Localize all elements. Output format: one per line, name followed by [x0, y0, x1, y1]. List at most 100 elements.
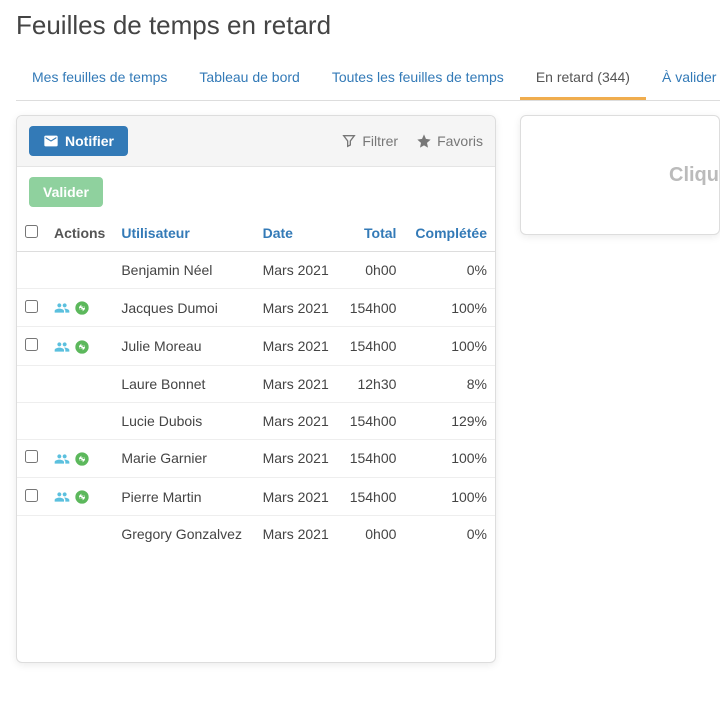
notify-button-label: Notifier	[65, 133, 114, 149]
tabs-nav: Mes feuilles de tempsTableau de bordTout…	[16, 59, 720, 101]
row-checkbox[interactable]	[25, 489, 38, 502]
row-checkbox[interactable]	[25, 338, 38, 351]
tab-2[interactable]: Toutes les feuilles de temps	[316, 59, 520, 100]
row-actions-cell	[46, 252, 113, 289]
row-checkbox-cell	[17, 439, 46, 477]
row-completed: 8%	[404, 365, 495, 402]
row-date: Mars 2021	[255, 439, 340, 477]
panel-spacer	[17, 552, 495, 662]
row-checkbox[interactable]	[25, 300, 38, 313]
table-row: Gregory GonzalvezMars 20210h000%	[17, 516, 495, 553]
row-user: Gregory Gonzalvez	[113, 516, 254, 553]
mail-icon	[43, 133, 59, 149]
row-checkbox-cell	[17, 289, 46, 327]
swap-icon[interactable]	[74, 339, 90, 355]
row-total: 0h00	[340, 516, 405, 553]
row-actions-cell	[46, 516, 113, 553]
user-header[interactable]: Utilisateur	[113, 215, 254, 252]
row-completed: 100%	[404, 289, 495, 327]
row-completed: 129%	[404, 402, 495, 439]
row-checkbox[interactable]	[25, 450, 38, 463]
tab-3[interactable]: En retard (344)	[520, 59, 646, 100]
row-total: 12h30	[340, 365, 405, 402]
validate-button-label: Valider	[43, 184, 89, 200]
row-actions-cell	[46, 327, 113, 365]
row-total: 154h00	[340, 327, 405, 365]
row-user: Lucie Dubois	[113, 402, 254, 439]
row-date: Mars 2021	[255, 402, 340, 439]
swap-icon[interactable]	[74, 451, 90, 467]
side-panel-placeholder: Cliqu	[669, 164, 719, 187]
row-actions-cell	[46, 439, 113, 477]
row-actions-cell	[46, 402, 113, 439]
page-title: Feuilles de temps en retard	[16, 10, 720, 41]
favorites-button[interactable]: Favoris	[416, 133, 483, 149]
table-row: Lucie DuboisMars 2021154h00129%	[17, 402, 495, 439]
toolbar: Notifier Filtrer Favoris	[17, 116, 495, 167]
row-completed: 0%	[404, 516, 495, 553]
select-all-checkbox[interactable]	[25, 225, 38, 238]
row-completed: 0%	[404, 252, 495, 289]
filter-button[interactable]: Filtrer	[341, 133, 398, 149]
row-completed: 100%	[404, 477, 495, 515]
row-user: Pierre Martin	[113, 477, 254, 515]
favorites-label: Favoris	[437, 133, 483, 149]
star-icon	[416, 133, 432, 149]
row-user: Laure Bonnet	[113, 365, 254, 402]
users-icon[interactable]	[54, 300, 70, 316]
filter-label: Filtrer	[362, 133, 398, 149]
table-row: Benjamin NéelMars 20210h000%	[17, 252, 495, 289]
table-row: Julie MoreauMars 2021154h00100%	[17, 327, 495, 365]
row-checkbox-cell	[17, 516, 46, 553]
row-date: Mars 2021	[255, 516, 340, 553]
row-user: Jacques Dumoi	[113, 289, 254, 327]
users-icon[interactable]	[54, 451, 70, 467]
sub-toolbar: Valider	[17, 167, 495, 215]
completed-header[interactable]: Complétée	[404, 215, 495, 252]
table-row: Laure BonnetMars 202112h308%	[17, 365, 495, 402]
row-user: Julie Moreau	[113, 327, 254, 365]
swap-icon[interactable]	[74, 489, 90, 505]
swap-icon[interactable]	[74, 300, 90, 316]
select-all-header[interactable]	[17, 215, 46, 252]
row-date: Mars 2021	[255, 289, 340, 327]
row-checkbox-cell	[17, 365, 46, 402]
timesheet-panel: Notifier Filtrer Favoris Val	[16, 115, 496, 663]
row-checkbox-cell	[17, 477, 46, 515]
tab-1[interactable]: Tableau de bord	[183, 59, 315, 100]
funnel-icon	[341, 133, 357, 149]
users-icon[interactable]	[54, 489, 70, 505]
row-checkbox-cell	[17, 252, 46, 289]
row-user: Marie Garnier	[113, 439, 254, 477]
row-date: Mars 2021	[255, 365, 340, 402]
table-row: Jacques DumoiMars 2021154h00100%	[17, 289, 495, 327]
row-date: Mars 2021	[255, 252, 340, 289]
side-panel: Cliqu	[520, 115, 720, 235]
total-header[interactable]: Total	[340, 215, 405, 252]
table-row: Marie GarnierMars 2021154h00100%	[17, 439, 495, 477]
date-header[interactable]: Date	[255, 215, 340, 252]
row-total: 0h00	[340, 252, 405, 289]
notify-button[interactable]: Notifier	[29, 126, 128, 156]
row-total: 154h00	[340, 289, 405, 327]
row-checkbox-cell	[17, 327, 46, 365]
validate-button[interactable]: Valider	[29, 177, 103, 207]
users-icon[interactable]	[54, 339, 70, 355]
row-date: Mars 2021	[255, 327, 340, 365]
row-actions-cell	[46, 289, 113, 327]
tab-4[interactable]: À valider (0)	[646, 59, 720, 100]
tab-0[interactable]: Mes feuilles de temps	[16, 59, 183, 100]
timesheet-table: Actions Utilisateur Date Total Complétée…	[17, 215, 495, 552]
actions-header: Actions	[46, 215, 113, 252]
row-total: 154h00	[340, 402, 405, 439]
row-date: Mars 2021	[255, 477, 340, 515]
row-user: Benjamin Néel	[113, 252, 254, 289]
table-row: Pierre MartinMars 2021154h00100%	[17, 477, 495, 515]
row-total: 154h00	[340, 439, 405, 477]
row-actions-cell	[46, 365, 113, 402]
row-checkbox-cell	[17, 402, 46, 439]
row-total: 154h00	[340, 477, 405, 515]
row-completed: 100%	[404, 327, 495, 365]
row-completed: 100%	[404, 439, 495, 477]
row-actions-cell	[46, 477, 113, 515]
